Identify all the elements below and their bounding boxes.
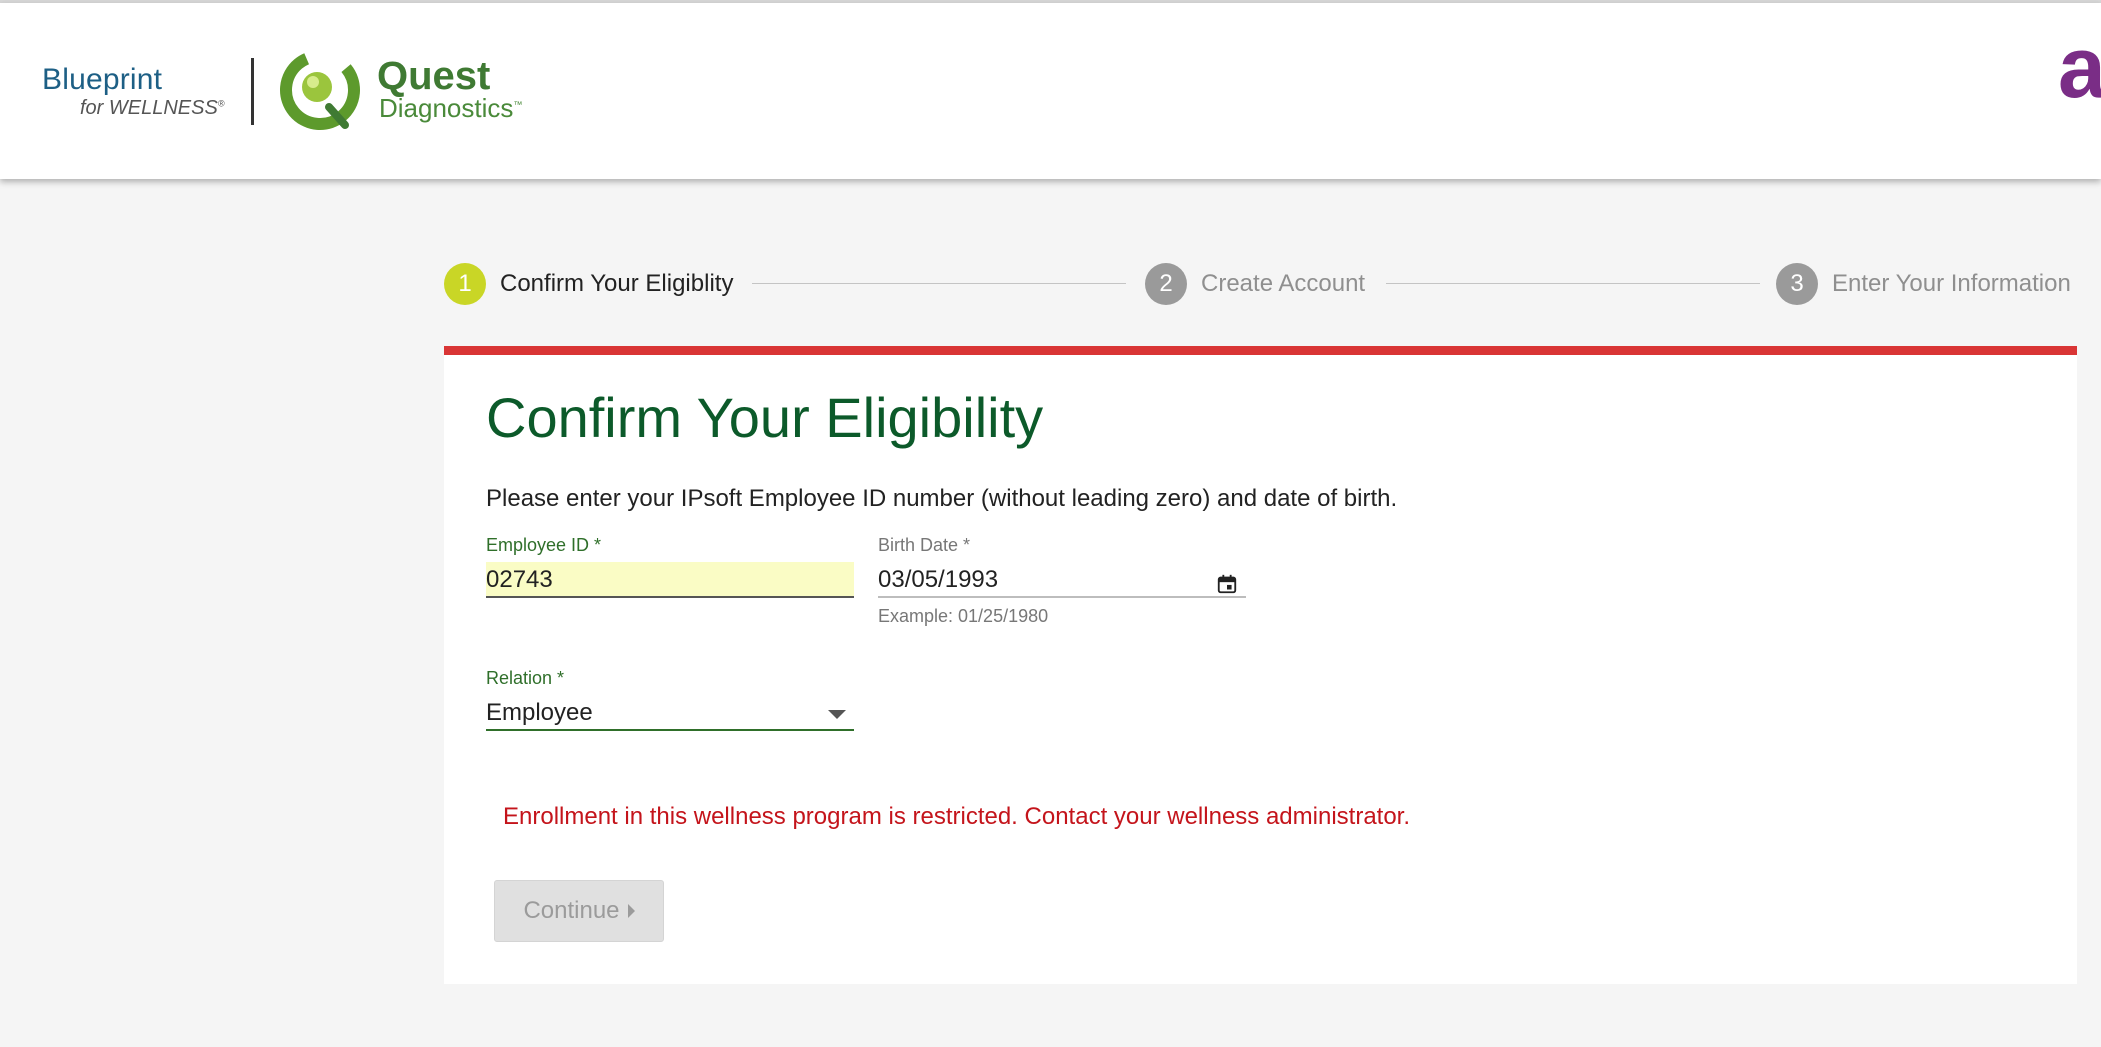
- quest-logo-icon: [280, 50, 360, 130]
- relation-select[interactable]: Employee: [486, 695, 854, 729]
- birth-date-field: Birth Date * Example: 01/25/1980: [878, 535, 1246, 627]
- step-2: 2 Create Account: [1145, 262, 1365, 306]
- step-2-number: 2: [1145, 263, 1187, 305]
- employee-id-label: Employee ID *: [486, 535, 602, 555]
- page-title: Confirm Your Eligibility: [486, 386, 1044, 449]
- birth-date-label: Birth Date *: [878, 535, 971, 555]
- employee-id-input[interactable]: [486, 562, 854, 596]
- quest-logo-wordmark: Quest: [377, 54, 491, 98]
- instructions-text: Please enter your IPsoft Employee ID num…: [486, 485, 1398, 512]
- step-3: 3 Enter Your Information: [1776, 262, 2071, 306]
- step-2-label: Create Account: [1201, 270, 1366, 297]
- employee-id-underline: [486, 596, 854, 598]
- error-message: Enrollment in this wellness program is r…: [503, 803, 1411, 830]
- step-3-number: 3: [1776, 263, 1818, 305]
- progress-stepper: 1 Confirm Your Eligiblity 2 Create Accou…: [444, 262, 2077, 306]
- chevron-down-icon[interactable]: [828, 710, 846, 720]
- step-1: 1 Confirm Your Eligiblity: [444, 262, 733, 306]
- partner-logo-fragment: a: [2058, 20, 2101, 116]
- blueprint-logo-subtitle: for WELLNESS®: [80, 97, 225, 119]
- continue-button-label: Continue: [523, 897, 620, 924]
- blueprint-logo-title: Blueprint: [42, 63, 163, 96]
- birth-date-underline: [878, 596, 1246, 598]
- caret-right-icon: [627, 904, 635, 918]
- calendar-icon[interactable]: [1216, 573, 1238, 595]
- relation-field[interactable]: Relation * Employee: [486, 668, 854, 731]
- quest-logo-diagnostics: Diagnostics™: [379, 93, 523, 123]
- blueprint-logo: Blueprint for WELLNESS®: [40, 63, 240, 133]
- relation-underline: [486, 729, 854, 731]
- step-connector-1: [752, 283, 1126, 284]
- eligibility-card: Confirm Your Eligibility Please enter yo…: [444, 346, 2077, 984]
- birth-date-input[interactable]: [878, 562, 1208, 596]
- continue-button[interactable]: Continue: [494, 880, 664, 942]
- step-connector-2: [1386, 283, 1760, 284]
- employee-id-field: Employee ID *: [486, 535, 854, 598]
- step-1-number: 1: [444, 263, 486, 305]
- birth-date-example: Example: 01/25/1980: [878, 606, 1049, 626]
- step-1-label: Confirm Your Eligiblity: [500, 270, 734, 297]
- site-header: Blueprint for WELLNESS® Quest Diagnostic…: [0, 3, 2101, 179]
- logo-divider: [251, 58, 254, 125]
- step-3-label: Enter Your Information: [1832, 270, 2071, 297]
- relation-label: Relation *: [486, 668, 565, 688]
